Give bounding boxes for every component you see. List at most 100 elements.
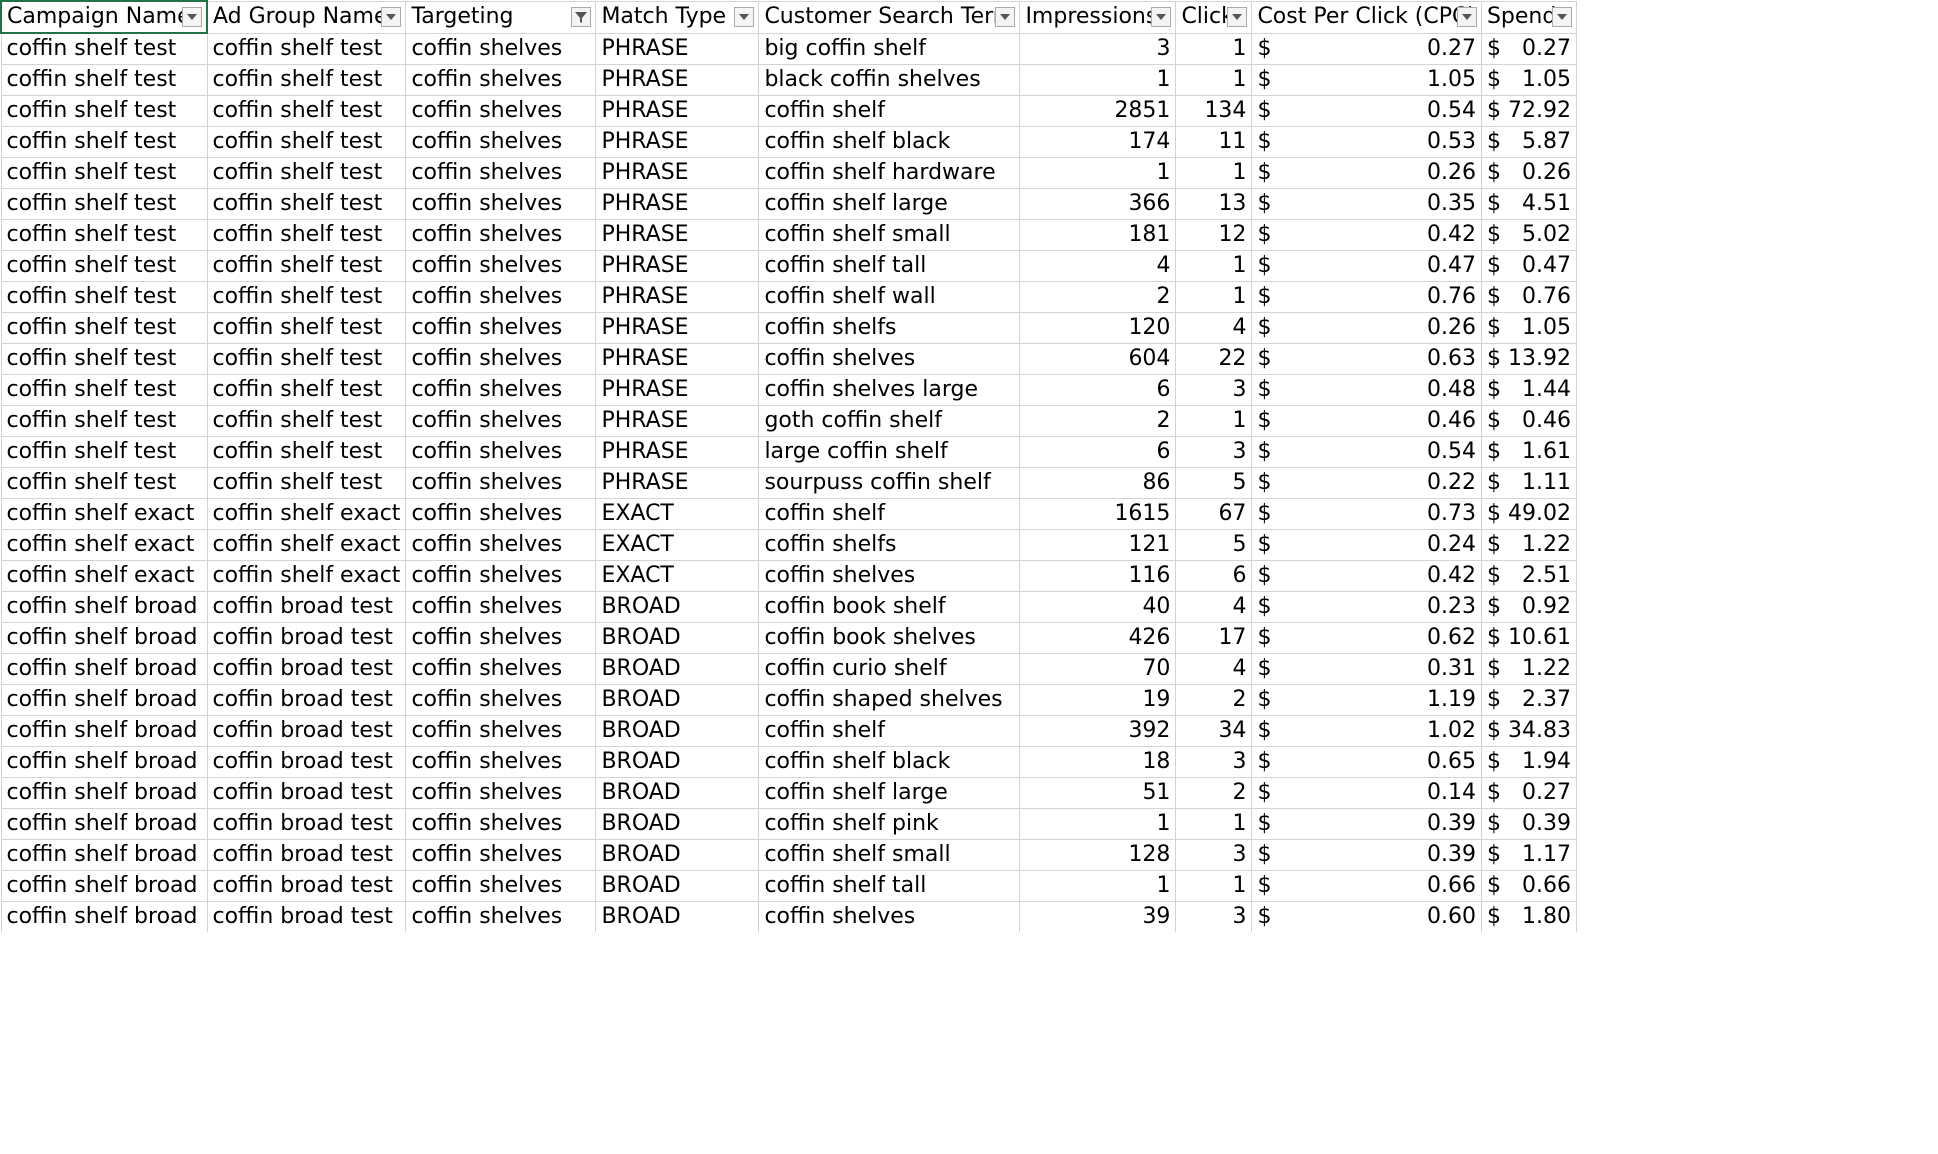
cell-targeting[interactable]: coffin shelves [405,870,597,902]
cell-campaign-name[interactable]: coffin shelf test [0,219,208,251]
cell-spend[interactable]: $72.92 [1480,95,1577,127]
cell-campaign-name[interactable]: coffin shelf test [0,343,208,375]
cell-customer-search-term[interactable]: coffin shelf tall [758,870,1021,902]
cell-spend[interactable]: $1.05 [1480,64,1577,96]
cell-spend[interactable]: $0.92 [1480,591,1577,623]
cell-campaign-name[interactable]: coffin shelf test [0,32,208,65]
cell-spend[interactable]: $34.83 [1480,715,1577,747]
cell-customer-search-term[interactable]: big coffin shelf [758,32,1021,65]
cell-cpc[interactable]: $1.02 [1251,715,1482,747]
cell-click[interactable]: 4 [1175,653,1253,685]
cell-customer-search-term[interactable]: coffin shelves [758,343,1021,375]
header-spend[interactable]: Spend [1480,0,1577,34]
cell-campaign-name[interactable]: coffin shelf exact [0,498,208,530]
cell-customer-search-term[interactable]: black coffin shelves [758,64,1021,96]
cell-click[interactable]: 2 [1175,777,1253,809]
cell-campaign-name[interactable]: coffin shelf test [0,250,208,282]
cell-click[interactable]: 4 [1175,591,1253,623]
cell-match-type[interactable]: PHRASE [595,64,760,96]
cell-impressions[interactable]: 392 [1019,715,1177,747]
cell-click[interactable]: 3 [1175,436,1253,468]
cell-customer-search-term[interactable]: goth coffin shelf [758,405,1021,437]
cell-click[interactable]: 67 [1175,498,1253,530]
cell-targeting[interactable]: coffin shelves [405,839,597,871]
cell-campaign-name[interactable]: coffin shelf test [0,188,208,220]
cell-cpc[interactable]: $0.24 [1251,529,1482,561]
cell-campaign-name[interactable]: coffin shelf broad [0,684,208,716]
cell-campaign-name[interactable]: coffin shelf test [0,157,208,189]
cell-customer-search-term[interactable]: coffin shelf small [758,839,1021,871]
cell-match-type[interactable]: PHRASE [595,157,760,189]
cell-impressions[interactable]: 6 [1019,436,1177,468]
cell-impressions[interactable]: 2 [1019,405,1177,437]
cell-match-type[interactable]: EXACT [595,560,760,592]
cell-campaign-name[interactable]: coffin shelf broad [0,808,208,840]
cell-customer-search-term[interactable]: coffin book shelves [758,622,1021,654]
cell-ad-group-name[interactable]: coffin shelf test [206,95,407,127]
cell-click[interactable]: 1 [1175,157,1253,189]
cell-cpc[interactable]: $0.22 [1251,467,1482,499]
cell-spend[interactable]: $49.02 [1480,498,1577,530]
cell-ad-group-name[interactable]: coffin shelf test [206,343,407,375]
cell-cpc[interactable]: $0.48 [1251,374,1482,406]
cell-ad-group-name[interactable]: coffin shelf test [206,64,407,96]
cell-click[interactable]: 1 [1175,870,1253,902]
cell-ad-group-name[interactable]: coffin broad test [206,870,407,902]
cell-targeting[interactable]: coffin shelves [405,95,597,127]
cell-targeting[interactable]: coffin shelves [405,157,597,189]
cell-targeting[interactable]: coffin shelves [405,715,597,747]
cell-spend[interactable]: $4.51 [1480,188,1577,220]
cell-click[interactable]: 5 [1175,529,1253,561]
cell-match-type[interactable]: PHRASE [595,188,760,220]
cell-campaign-name[interactable]: coffin shelf test [0,64,208,96]
filter-dropdown-icon[interactable] [1227,6,1248,27]
cell-targeting[interactable]: coffin shelves [405,529,597,561]
cell-customer-search-term[interactable]: coffin curio shelf [758,653,1021,685]
cell-ad-group-name[interactable]: coffin shelf test [206,374,407,406]
cell-targeting[interactable]: coffin shelves [405,343,597,375]
cell-impressions[interactable]: 1 [1019,808,1177,840]
cell-match-type[interactable]: BROAD [595,591,760,623]
cell-match-type[interactable]: PHRASE [595,250,760,282]
filter-funnel-icon[interactable] [571,6,592,27]
cell-customer-search-term[interactable]: coffin shelves large [758,374,1021,406]
cell-targeting[interactable]: coffin shelves [405,591,597,623]
cell-customer-search-term[interactable]: coffin shelves [758,560,1021,592]
cell-match-type[interactable]: PHRASE [595,405,760,437]
cell-ad-group-name[interactable]: coffin shelf test [206,436,407,468]
cell-customer-search-term[interactable]: coffin shelf black [758,126,1021,158]
cell-ad-group-name[interactable]: coffin broad test [206,746,407,778]
cell-campaign-name[interactable]: coffin shelf broad [0,622,208,654]
cell-campaign-name[interactable]: coffin shelf broad [0,901,208,933]
cell-ad-group-name[interactable]: coffin broad test [206,622,407,654]
cell-spend[interactable]: $0.27 [1480,777,1577,809]
cell-targeting[interactable]: coffin shelves [405,653,597,685]
cell-campaign-name[interactable]: coffin shelf test [0,374,208,406]
cell-campaign-name[interactable]: coffin shelf test [0,467,208,499]
cell-customer-search-term[interactable]: coffin shaped shelves [758,684,1021,716]
cell-targeting[interactable]: coffin shelves [405,498,597,530]
cell-click[interactable]: 1 [1175,32,1253,65]
header-targeting[interactable]: Targeting [405,0,597,34]
cell-click[interactable]: 1 [1175,281,1253,313]
filter-dropdown-icon[interactable] [1551,6,1572,27]
cell-spend[interactable]: $0.46 [1480,405,1577,437]
cell-match-type[interactable]: BROAD [595,777,760,809]
cell-cpc[interactable]: $0.66 [1251,870,1482,902]
cell-campaign-name[interactable]: coffin shelf test [0,95,208,127]
cell-campaign-name[interactable]: coffin shelf broad [0,777,208,809]
filter-dropdown-icon[interactable] [1456,6,1477,27]
cell-targeting[interactable]: coffin shelves [405,188,597,220]
header-customer-search-term[interactable]: Customer Search Term [758,0,1021,34]
cell-cpc[interactable]: $0.26 [1251,312,1482,344]
cell-match-type[interactable]: EXACT [595,498,760,530]
cell-impressions[interactable]: 1615 [1019,498,1177,530]
cell-targeting[interactable]: coffin shelves [405,560,597,592]
cell-cpc[interactable]: $1.05 [1251,64,1482,96]
cell-spend[interactable]: $1.22 [1480,653,1577,685]
cell-ad-group-name[interactable]: coffin shelf test [206,250,407,282]
cell-impressions[interactable]: 1 [1019,64,1177,96]
cell-impressions[interactable]: 19 [1019,684,1177,716]
cell-targeting[interactable]: coffin shelves [405,374,597,406]
cell-click[interactable]: 3 [1175,839,1253,871]
